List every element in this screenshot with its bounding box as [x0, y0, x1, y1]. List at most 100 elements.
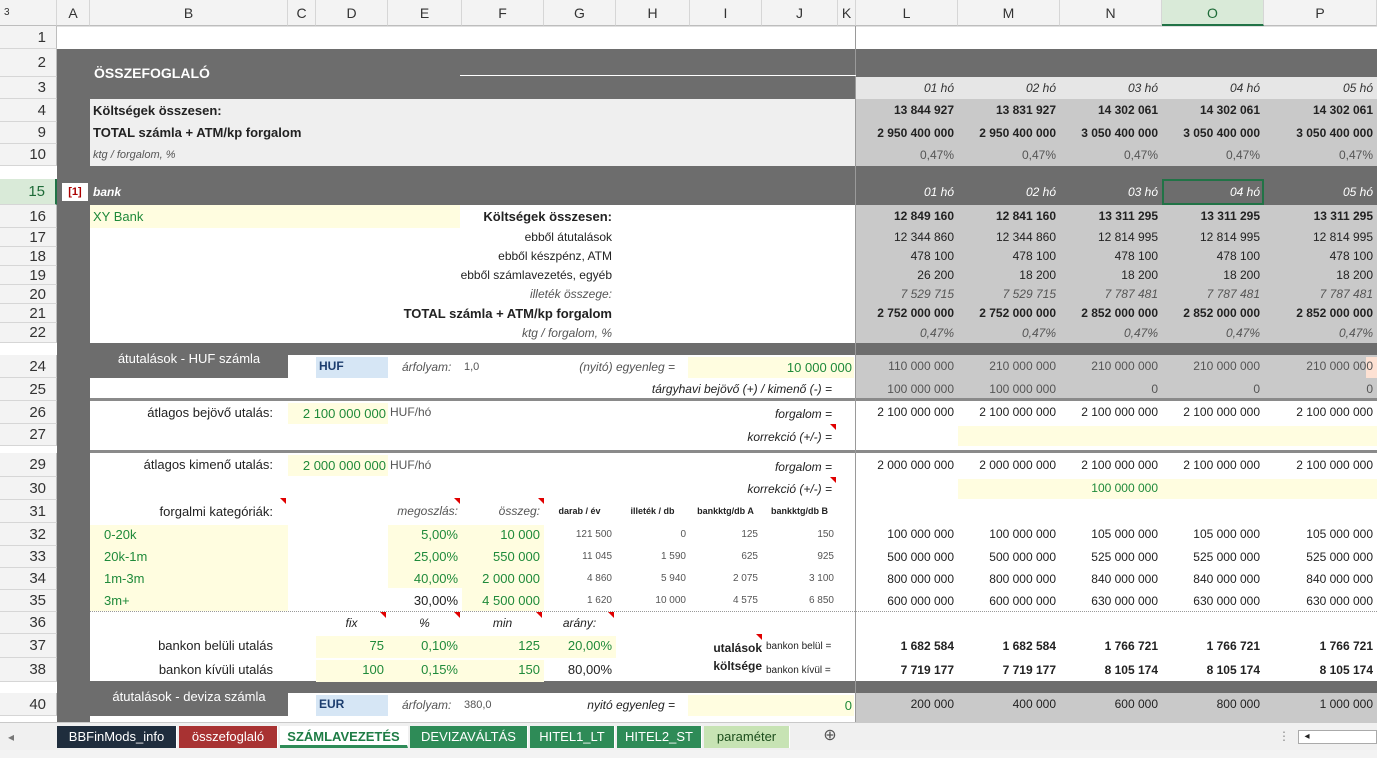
comment-indicator-icon [608, 612, 614, 618]
row-header-34[interactable]: 34 [0, 568, 57, 590]
summary-r9-N: 3 050 400 000 [1081, 126, 1158, 140]
category-amount-3: 4 500 000 [482, 593, 540, 608]
row-header-10[interactable]: 10 [0, 144, 57, 166]
row-header-35[interactable]: 35 [0, 590, 57, 612]
bank-r16-label: Költségek összesen: [483, 209, 612, 224]
row-header-15[interactable]: 15 [0, 179, 57, 205]
sheet-tab-2[interactable]: összefoglaló [179, 726, 278, 748]
fee-r38-N: 8 105 174 [1104, 663, 1158, 677]
add-sheet-icon[interactable]: ⊕ [820, 725, 840, 747]
row-header-27[interactable]: 27 [0, 424, 57, 446]
column-header-I[interactable]: I [690, 0, 762, 26]
category-count-0: 121 500 [575, 529, 612, 540]
huf-r29-L: 2 000 000 000 [877, 458, 954, 472]
summary-r9-P: 3 050 400 000 [1296, 126, 1373, 140]
column-header-E[interactable]: E [388, 0, 462, 26]
category-0-month-M: 100 000 000 [989, 527, 1056, 541]
huf-r26-N: 2 100 000 000 [1081, 405, 1158, 419]
sheet-tab-5[interactable]: HITEL1_LT [530, 726, 615, 748]
fee-inner-0: 75 [369, 638, 384, 653]
bank-r16-M: 12 841 160 [995, 209, 1056, 223]
comment-indicator-icon [756, 634, 762, 640]
huf-r30-N: 100 000 000 [1091, 481, 1158, 495]
huf-r26-O: 2 100 000 000 [1183, 405, 1260, 419]
row-header-18[interactable]: 18 [0, 247, 57, 266]
category-b-1: 925 [817, 551, 834, 562]
category-3-month-L: 600 000 000 [887, 594, 954, 608]
column-header-P[interactable]: P [1264, 0, 1377, 26]
bank-month-N: 03 hó [1127, 185, 1158, 199]
row-header-21[interactable]: 21 [0, 304, 57, 323]
summary-r9-L: 2 950 400 000 [877, 126, 954, 140]
column-header-B[interactable]: B [90, 0, 288, 26]
sheet-tab-3[interactable]: SZÁMLAVEZETÉS [280, 726, 408, 748]
row-header-22[interactable]: 22 [0, 323, 57, 343]
sheet-tab-4[interactable]: DEVIZAVÁLTÁS [410, 726, 528, 748]
column-header-A[interactable]: A [57, 0, 90, 26]
column-header-G[interactable]: G [544, 0, 616, 26]
select-all-corner[interactable]: 3 [0, 0, 57, 26]
category-count-3: 1 620 [586, 595, 612, 606]
row-header-4[interactable]: 4 [0, 99, 57, 122]
row-header-9[interactable]: 9 [0, 122, 57, 144]
fee-r38-O: 8 105 174 [1206, 663, 1260, 677]
column-header-O[interactable]: O [1162, 0, 1264, 26]
bank-r18-label: ebből készpénz, ATM [498, 249, 612, 263]
row-header-24[interactable]: 24 [0, 355, 57, 378]
huf-korr-30: korrekció (+/-) = [747, 482, 832, 496]
row-header-36[interactable]: 36 [0, 612, 57, 634]
row-header-29[interactable]: 29 [0, 453, 57, 477]
sheet-tab-1[interactable]: BBFinMods_info [57, 726, 177, 748]
categories-label: forgalmi kategóriák: [159, 504, 273, 519]
column-header-C[interactable]: C [288, 0, 316, 26]
category-0-month-P: 105 000 000 [1306, 527, 1373, 541]
row-header-19[interactable]: 19 [0, 266, 57, 285]
column-header-N[interactable]: N [1060, 0, 1162, 26]
bank-r18-N: 478 100 [1114, 249, 1158, 263]
tab-options-icon[interactable]: ⋮ [1276, 725, 1292, 747]
column-header-K[interactable]: K [838, 0, 856, 26]
huf-out-unit: HUF/hó [390, 458, 432, 472]
spreadsheet-grid[interactable]: 3 A B C D E F G H I J K L M N O P 1 2 3 4 9 10 15 16 17 18 19 20 21 22… [0, 0, 1377, 722]
sheet-tab-6[interactable]: HITEL2_ST [617, 726, 702, 748]
row-header-3[interactable]: 3 [0, 77, 57, 99]
row-header-17[interactable]: 17 [0, 228, 57, 247]
row-header-38[interactable]: 38 [0, 658, 57, 682]
bank-r19-N: 18 200 [1121, 268, 1158, 282]
row-header-32[interactable]: 32 [0, 523, 57, 546]
column-header-D[interactable]: D [316, 0, 388, 26]
bank-r22-label: ktg / forgalom, % [521, 326, 612, 340]
row-header-16[interactable]: 16 [0, 205, 57, 228]
summary-month-P: 05 hó [1342, 81, 1373, 95]
comment-indicator-icon [538, 498, 544, 504]
bank-r20-P: 7 787 481 [1319, 287, 1373, 301]
category-header-0: megoszlás: [397, 504, 458, 518]
row-header-26[interactable]: 26 [0, 401, 57, 424]
korr-30[interactable] [958, 479, 1377, 499]
row-header-33[interactable]: 33 [0, 546, 57, 568]
row-header-30[interactable]: 30 [0, 477, 57, 500]
title-underline [460, 75, 856, 76]
korr-27[interactable] [958, 426, 1377, 446]
bank-r18-O: 478 100 [1216, 249, 1260, 263]
bank-name: XY Bank [93, 209, 144, 224]
fee-inner-label: bankon belüli utalás [158, 638, 273, 653]
column-header-L[interactable]: L [856, 0, 958, 26]
column-header-M[interactable]: M [958, 0, 1060, 26]
column-header-F[interactable]: F [462, 0, 544, 26]
sheet-tab-7[interactable]: paraméter [704, 726, 790, 748]
sheet-tab-bar: ◂ BBFinMods_info összefoglaló SZÁMLAVEZETÉS… [0, 722, 1377, 750]
row-header-40[interactable]: 40 [0, 693, 57, 716]
row-header-25[interactable]: 25 [0, 378, 57, 401]
scroll-left-icon[interactable]: ◂ [1300, 730, 1314, 744]
row-header-31[interactable]: 31 [0, 500, 57, 523]
row-header-37[interactable]: 37 [0, 634, 57, 658]
column-header-J[interactable]: J [762, 0, 838, 26]
row-header-20[interactable]: 20 [0, 285, 57, 304]
huf-title: átutalások - HUF számla [117, 351, 261, 366]
row-header-2[interactable]: 2 [0, 49, 57, 77]
column-header-H[interactable]: H [616, 0, 690, 26]
huf-rate-label: árfolyam: [402, 360, 452, 374]
row-header-1[interactable]: 1 [0, 26, 57, 49]
scroll-tabs-left-icon[interactable]: ◂ [8, 727, 24, 747]
